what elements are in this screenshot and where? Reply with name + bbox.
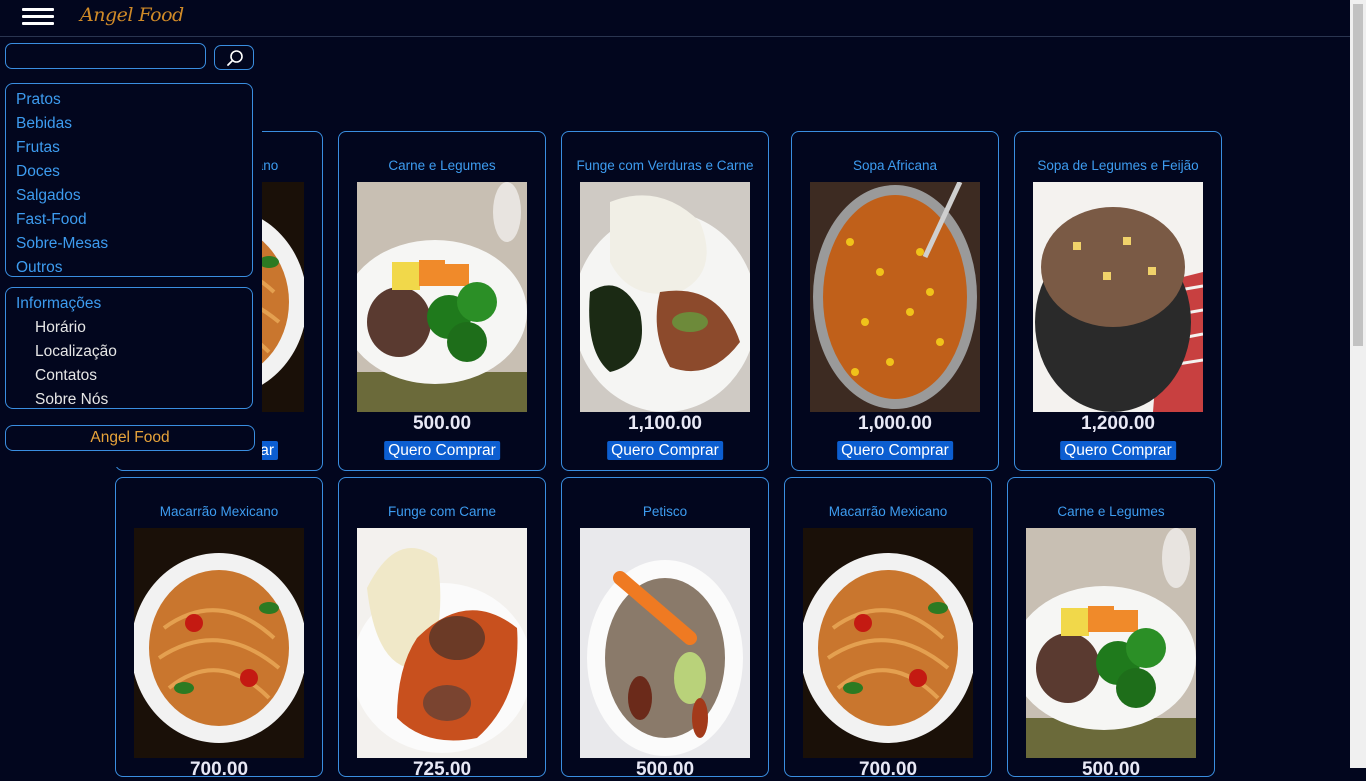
hamburger-menu-icon[interactable] (22, 8, 54, 26)
product-card: Macarrão Mexicano 700.00 (784, 477, 992, 780)
scrollbar-thumb[interactable] (1353, 4, 1363, 346)
page-scrollbar[interactable] (1350, 0, 1366, 768)
product-card: Sopa Africana 1,000.00 Quero Comprar (791, 131, 999, 471)
product-image[interactable] (1026, 528, 1196, 758)
funge-greens-photo (580, 182, 750, 412)
product-image[interactable] (810, 182, 980, 412)
product-price: 1,100.00 (628, 413, 702, 434)
buy-button[interactable]: Quero Comprar (607, 441, 723, 460)
product-price: 725.00 (412, 759, 472, 780)
product-image[interactable] (357, 182, 527, 412)
site-logo[interactable]: Angel Food (80, 4, 184, 26)
product-title[interactable]: Macarrão Mexicano (785, 504, 991, 519)
meat-veg-photo (1026, 528, 1196, 758)
product-title[interactable]: Funge com Carne (339, 504, 545, 519)
product-card: Funge com Carne 725.00 (338, 477, 546, 780)
product-price: 1,200.00 (1081, 413, 1155, 434)
product-title[interactable]: Carne e Legumes (1008, 504, 1214, 519)
info-item-localizacao[interactable]: Localização (6, 340, 252, 364)
product-image[interactable] (134, 528, 304, 758)
search-input[interactable] (5, 43, 206, 69)
product-price: 500.00 (1081, 759, 1141, 780)
product-title[interactable]: Sopa Africana (792, 158, 998, 173)
info-menu: Informações Horário Localização Contatos… (5, 287, 253, 409)
category-pratos[interactable]: Pratos (6, 88, 252, 112)
product-title[interactable]: Carne e Legumes (339, 158, 545, 173)
product-card: Macarrão Mexicano 700.00 (115, 477, 323, 780)
product-title[interactable]: Petisco (562, 504, 768, 519)
category-salgados[interactable]: Salgados (6, 184, 252, 208)
top-bar: Angel Food (0, 0, 1350, 37)
buy-button[interactable]: Quero Comprar (1060, 441, 1176, 460)
info-heading[interactable]: Informações (6, 292, 252, 316)
search-button[interactable] (214, 45, 254, 70)
meat-veg-photo (357, 182, 527, 412)
category-bebidas[interactable]: Bebidas (6, 112, 252, 136)
product-price: 1,000.00 (858, 413, 932, 434)
product-title[interactable]: Sopa de Legumes e Feijão (1015, 158, 1221, 173)
category-sobre-mesas[interactable]: Sobre-Mesas (6, 232, 252, 256)
category-frutas[interactable]: Frutas (6, 136, 252, 160)
product-card: Petisco 500.00 (561, 477, 769, 780)
product-image[interactable] (357, 528, 527, 758)
category-fast-food[interactable]: Fast-Food (6, 208, 252, 232)
product-price: 700.00 (858, 759, 918, 780)
product-price: 700.00 (189, 759, 249, 780)
buy-button[interactable]: Quero Comprar (384, 441, 500, 460)
corn-stew-photo (810, 182, 980, 412)
product-card: Funge com Verduras e Carne 1,100.00 Quer… (561, 131, 769, 471)
product-card: Carne e Legumes 500.00 (1007, 477, 1215, 780)
petisco-photo (580, 528, 750, 758)
product-image[interactable] (1033, 182, 1203, 412)
info-item-contatos[interactable]: Contatos (6, 364, 252, 388)
product-title[interactable]: Funge com Verduras e Carne (562, 158, 768, 173)
product-title[interactable]: Macarrão Mexicano (116, 504, 322, 519)
category-doces[interactable]: Doces (6, 160, 252, 184)
info-item-horario[interactable]: Horário (6, 316, 252, 340)
funge-meat-photo (357, 528, 527, 758)
bean-soup-photo (1033, 182, 1203, 412)
info-item-sobre-nos[interactable]: Sobre Nós (6, 388, 252, 412)
spaghetti-photo (803, 528, 973, 758)
brand-link[interactable]: Angel Food (5, 425, 255, 451)
product-image[interactable] (580, 528, 750, 758)
category-menu: Pratos Bebidas Frutas Doces Salgados Fas… (5, 83, 253, 277)
sidebar: Pratos Bebidas Frutas Doces Salgados Fas… (0, 37, 262, 467)
spaghetti-photo (134, 528, 304, 758)
search-icon (227, 50, 243, 66)
buy-button[interactable]: Quero Comprar (837, 441, 953, 460)
product-image[interactable] (580, 182, 750, 412)
product-card: Sopa de Legumes e Feijão 1,200.00 Quero … (1014, 131, 1222, 471)
product-card: Carne e Legumes 500.00 Quero Comprar (338, 131, 546, 471)
product-price: 500.00 (412, 413, 472, 434)
product-image[interactable] (803, 528, 973, 758)
product-price: 500.00 (635, 759, 695, 780)
category-outros[interactable]: Outros (6, 256, 252, 280)
